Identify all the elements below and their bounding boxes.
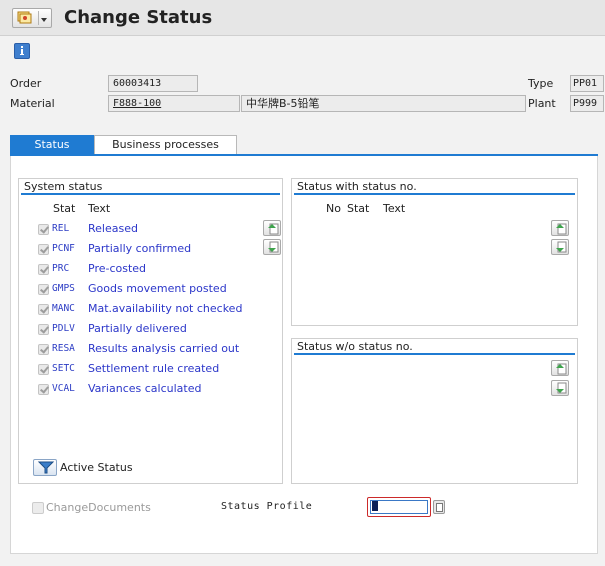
status-text: Results analysis carried out xyxy=(88,342,240,355)
status-text: Pre-costed xyxy=(88,262,147,275)
status-text: Mat.availability not checked xyxy=(88,302,243,315)
type-label: Type xyxy=(528,77,554,90)
order-label: Order xyxy=(10,77,42,90)
scroll-down-button[interactable] xyxy=(263,239,281,255)
status-text: Partially confirmed xyxy=(88,242,192,255)
column-header-text: Text xyxy=(383,202,406,215)
status-checkbox[interactable] xyxy=(38,244,49,255)
status-checkbox[interactable] xyxy=(38,384,49,395)
column-header-no: No xyxy=(326,202,341,215)
system-status-title: System status xyxy=(24,180,103,193)
value-help-icon[interactable] xyxy=(433,500,445,514)
status-code: PCNF xyxy=(52,243,75,254)
menu-separator xyxy=(38,11,39,25)
status-row: RESA Results analysis carried out xyxy=(19,341,269,359)
status-text: Partially delivered xyxy=(88,322,187,335)
status-row: GMPS Goods movement posted xyxy=(19,281,269,299)
chevron-down-icon xyxy=(41,18,47,22)
status-row: PCNF Partially confirmed xyxy=(19,241,269,259)
status-checkbox[interactable] xyxy=(38,364,49,375)
status-without-number-title: Status w/o status no. xyxy=(297,340,413,353)
status-checkbox[interactable] xyxy=(38,324,49,335)
tab-business-processes[interactable]: Business processes xyxy=(94,135,237,155)
plant-label: Plant xyxy=(528,97,556,110)
scroll-down-icon xyxy=(556,241,567,253)
status-code: SETC xyxy=(52,363,75,374)
status-text: Settlement rule created xyxy=(88,362,220,375)
status-row: REL Released xyxy=(19,221,269,239)
material-label: Material xyxy=(10,97,55,110)
status-code: RESA xyxy=(52,343,75,354)
scroll-up-icon xyxy=(556,223,567,235)
system-status-group: System status Stat Text REL Released PCN… xyxy=(18,178,283,484)
status-with-number-title: Status with status no. xyxy=(297,180,417,193)
status-code: PDLV xyxy=(52,323,75,334)
status-checkbox[interactable] xyxy=(38,264,49,275)
active-status-label: Active Status xyxy=(60,461,133,474)
status-row: MANC Mat.availability not checked xyxy=(19,301,269,319)
status-checkbox[interactable] xyxy=(38,344,49,355)
change-documents-label: ChangeDocuments xyxy=(46,501,151,514)
type-field[interactable]: PP01 xyxy=(570,75,604,92)
menu-icon xyxy=(17,11,32,24)
scroll-up-button[interactable] xyxy=(263,220,281,236)
status-code: REL xyxy=(52,223,70,234)
application-toolbar xyxy=(0,37,605,65)
status-without-number-group: Status w/o status no. xyxy=(291,338,578,484)
status-profile-input[interactable] xyxy=(367,497,431,517)
scroll-down-icon xyxy=(268,241,279,253)
status-row: PRC Pre-costed xyxy=(19,261,269,279)
status-code: VCAL xyxy=(52,383,75,394)
column-header-stat: Stat xyxy=(53,202,76,215)
plant-field[interactable]: P999 xyxy=(570,95,604,112)
status-checkbox[interactable] xyxy=(38,304,49,315)
status-text: Goods movement posted xyxy=(88,282,227,295)
status-text: Released xyxy=(88,222,138,235)
filter-icon xyxy=(37,461,55,474)
status-code: MANC xyxy=(52,303,75,314)
scroll-down-icon xyxy=(556,382,567,394)
status-tab-panel: System status Stat Text REL Released PCN… xyxy=(10,156,598,554)
active-status-button[interactable] xyxy=(33,459,57,476)
status-text: Variances calculated xyxy=(88,382,202,395)
order-field[interactable]: 60003413 xyxy=(108,75,198,92)
group-divider xyxy=(21,193,280,195)
material-description-field: 中华牌B-5铅笔 xyxy=(241,95,526,112)
column-header-stat: Stat xyxy=(347,202,370,215)
group-divider xyxy=(294,353,575,355)
scroll-up-button[interactable] xyxy=(551,360,569,376)
tab-status[interactable]: Status xyxy=(10,135,94,155)
input-focus-ring xyxy=(370,500,428,514)
status-code: GMPS xyxy=(52,283,75,294)
scroll-down-button[interactable] xyxy=(551,239,569,255)
system-menu-button[interactable] xyxy=(12,8,52,28)
group-divider xyxy=(294,193,575,195)
change-documents-checkbox[interactable] xyxy=(32,502,44,514)
info-button[interactable] xyxy=(14,43,30,59)
status-checkbox[interactable] xyxy=(38,224,49,235)
scroll-down-button[interactable] xyxy=(551,380,569,396)
status-row: SETC Settlement rule created xyxy=(19,361,269,379)
title-bar: Change Status xyxy=(0,0,605,36)
status-checkbox[interactable] xyxy=(38,284,49,295)
scroll-up-icon xyxy=(556,363,567,375)
status-profile-label: Status Profile xyxy=(221,501,313,512)
status-row: PDLV Partially delivered xyxy=(19,321,269,339)
scroll-up-icon xyxy=(268,223,279,235)
text-cursor xyxy=(372,501,378,511)
status-row: VCAL Variances calculated xyxy=(19,381,269,399)
status-with-number-group: Status with status no. No Stat Text xyxy=(291,178,578,326)
scroll-up-button[interactable] xyxy=(551,220,569,236)
status-code: PRC xyxy=(52,263,70,274)
column-header-text: Text xyxy=(88,202,111,215)
material-field[interactable]: F888-100 xyxy=(108,95,240,112)
info-icon xyxy=(20,46,24,55)
page-title: Change Status xyxy=(64,7,213,28)
